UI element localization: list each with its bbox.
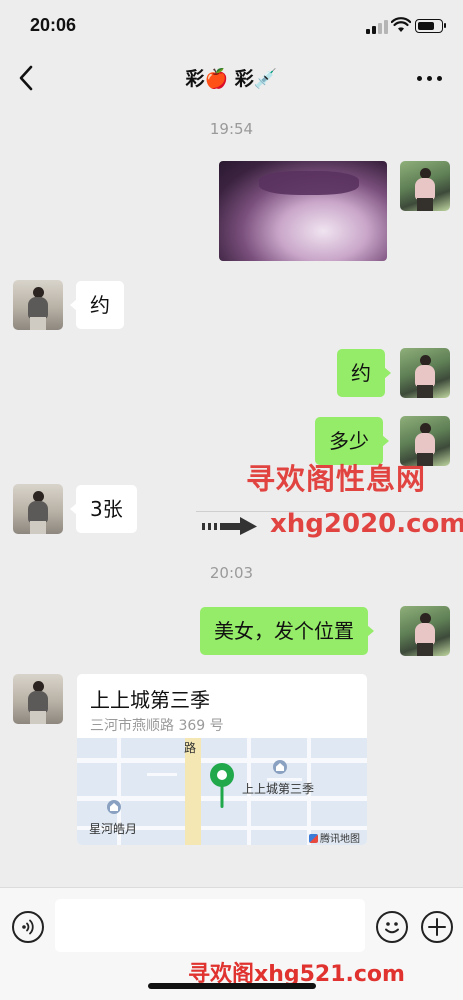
- chat-title: 彩🍎 彩💉: [185, 68, 278, 90]
- smiley-icon: [385, 922, 399, 934]
- signal-icon: [366, 20, 388, 34]
- contact-avatar[interactable]: [13, 484, 63, 534]
- my-avatar[interactable]: [400, 606, 450, 656]
- emoji-button[interactable]: [376, 911, 408, 943]
- voice-icon: [22, 919, 34, 935]
- building-icon: [273, 760, 287, 774]
- arrow-icon: [202, 517, 257, 535]
- my-avatar[interactable]: [400, 161, 450, 211]
- contact-avatar[interactable]: [13, 280, 63, 330]
- incoming-message[interactable]: 3张: [70, 485, 137, 533]
- battery-icon: [415, 19, 446, 33]
- status-time: 20:06: [30, 15, 77, 35]
- watermark-domain: xhg2020.com: [270, 509, 463, 539]
- outgoing-message[interactable]: 约: [337, 349, 391, 397]
- building-icon: [107, 800, 121, 814]
- contact-avatar[interactable]: [13, 674, 63, 724]
- timestamp: 19:54: [209, 120, 254, 138]
- map-provider-logo: 腾讯地图: [309, 830, 360, 845]
- wifi-icon: [391, 17, 411, 32]
- back-button[interactable]: [10, 60, 46, 96]
- chat-header: 彩🍎 彩💉: [0, 52, 463, 104]
- map-road-label: 路: [184, 741, 197, 755]
- message-input[interactable]: [55, 899, 365, 952]
- location-address: 三河市燕顺路 369 号: [90, 718, 224, 734]
- location-title: 上上城第三季: [90, 688, 210, 712]
- location-pin-icon: [210, 763, 234, 808]
- plus-icon: [428, 918, 446, 936]
- image-message[interactable]: [219, 161, 387, 261]
- location-message-card[interactable]: 上上城第三季 三河市燕顺路 369 号 路 上上城第三季 星河皓月 腾讯地图: [77, 674, 367, 845]
- more-options-button[interactable]: [410, 62, 450, 94]
- map-poi-label: 星河皓月: [89, 822, 138, 836]
- status-bar: 20:06: [0, 0, 463, 52]
- location-map[interactable]: 路 上上城第三季 星河皓月 腾讯地图: [77, 738, 367, 845]
- home-indicator[interactable]: [148, 983, 316, 989]
- watermark-site-name: 寻欢阁性息网: [246, 462, 427, 496]
- map-pin-label: 上上城第三季: [242, 782, 315, 796]
- incoming-message[interactable]: 约: [70, 281, 124, 329]
- timestamp: 20:03: [209, 564, 254, 582]
- my-avatar[interactable]: [400, 348, 450, 398]
- outgoing-message[interactable]: 美女，发个位置: [200, 607, 374, 655]
- voice-input-button[interactable]: [12, 911, 44, 943]
- more-actions-button[interactable]: [421, 911, 453, 943]
